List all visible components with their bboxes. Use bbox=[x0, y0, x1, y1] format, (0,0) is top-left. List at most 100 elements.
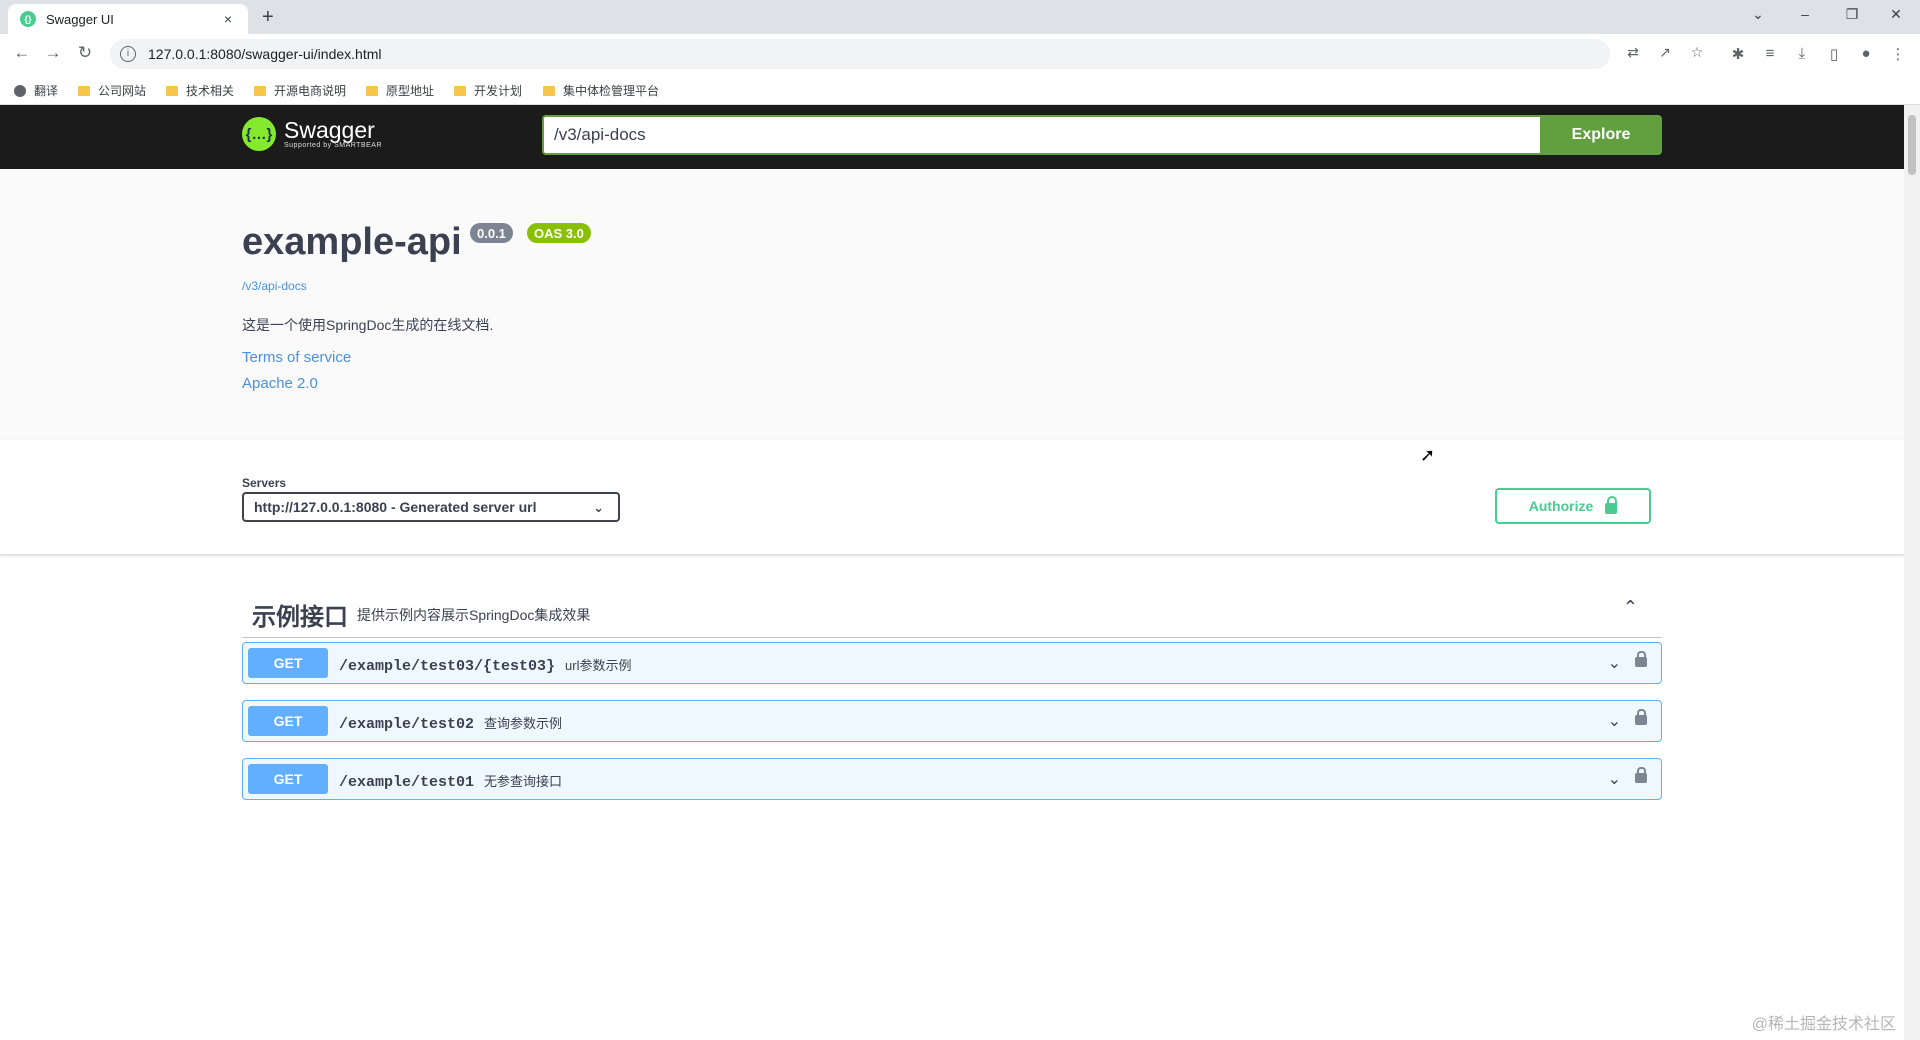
folder-icon bbox=[166, 85, 178, 96]
operation-path: /example/test02 查询参数示例 bbox=[339, 713, 562, 733]
bookmark-plan[interactable]: 开发计划 bbox=[454, 82, 522, 99]
bookmark-company[interactable]: 公司网站 bbox=[78, 82, 146, 99]
api-title: example-api bbox=[242, 221, 462, 263]
chevron-down-icon: ⌄ bbox=[593, 500, 604, 515]
chevron-down-icon[interactable]: ⌄ bbox=[1608, 653, 1621, 673]
bookmark-label: 技术相关 bbox=[186, 84, 235, 98]
servers-label: Servers bbox=[242, 476, 287, 490]
tag-description: 提供示例内容展示SpringDoc集成效果 bbox=[357, 607, 591, 623]
explore-button[interactable]: Explore bbox=[1540, 115, 1662, 155]
side-panel-icon[interactable]: ▯ bbox=[1824, 45, 1844, 63]
authorize-label: Authorize bbox=[1528, 498, 1594, 514]
folder-icon bbox=[366, 85, 378, 96]
reload-button[interactable]: ↻ bbox=[75, 43, 95, 63]
license-link[interactable]: Apache 2.0 bbox=[242, 375, 318, 392]
bookmark-opensource[interactable]: 开源电商说明 bbox=[254, 82, 346, 99]
bookmark-label: 翻译 bbox=[34, 84, 59, 98]
forward-button[interactable]: → bbox=[43, 43, 63, 63]
bookmark-health[interactable]: 集中体检管理平台 bbox=[543, 82, 659, 99]
bookmark-translate[interactable]: 翻译 bbox=[14, 82, 58, 99]
method-badge: GET bbox=[248, 706, 328, 736]
page-scrollbar[interactable] bbox=[1904, 105, 1920, 1040]
api-info: example-api 0.0.1 OAS 3.0 /v3/api-docs 这… bbox=[0, 169, 1904, 440]
servers-selected-value: http://127.0.0.1:8080 - Generated server… bbox=[254, 499, 537, 515]
globe-icon bbox=[14, 84, 26, 97]
servers-select[interactable]: http://127.0.0.1:8080 - Generated server… bbox=[242, 492, 620, 522]
translate-icon[interactable]: ⇄ bbox=[1624, 44, 1642, 61]
swagger-logo-sub: Supported by SMARTBEAR bbox=[284, 142, 383, 149]
folder-icon bbox=[254, 85, 266, 96]
chevron-down-icon[interactable]: ⌄ bbox=[1608, 711, 1621, 731]
swagger-logo[interactable]: {…} Swagger Supported by SMARTBEAR bbox=[242, 117, 382, 151]
spec-link[interactable]: /v3/api-docs bbox=[242, 279, 307, 293]
bookmark-label: 原型地址 bbox=[386, 84, 435, 98]
operation-summary: 查询参数示例 bbox=[484, 716, 563, 731]
back-button[interactable]: ← bbox=[12, 43, 32, 63]
tag-section-header[interactable]: 示例接口 提供示例内容展示SpringDoc集成效果 ⌃ bbox=[242, 585, 1662, 638]
address-bar[interactable]: i 127.0.0.1:8080/swagger-ui/index.html bbox=[110, 39, 1610, 69]
method-badge: GET bbox=[248, 764, 328, 794]
bookmark-tech[interactable]: 技术相关 bbox=[166, 82, 234, 99]
menu-icon[interactable]: ⋮ bbox=[1888, 45, 1908, 63]
swagger-logo-name: Swagger bbox=[284, 117, 375, 143]
lock-icon[interactable] bbox=[1635, 651, 1647, 667]
extensions-icon[interactable]: ✱ bbox=[1728, 45, 1748, 63]
window-close-button[interactable]: ✕ bbox=[1886, 6, 1906, 23]
address-url[interactable]: 127.0.0.1:8080/swagger-ui/index.html bbox=[148, 46, 381, 62]
path-text: /example/test02 bbox=[339, 716, 475, 733]
operation-row[interactable]: GET /example/test02 查询参数示例 ⌄ bbox=[242, 700, 1662, 742]
terms-link[interactable]: Terms of service bbox=[242, 349, 351, 366]
lock-icon bbox=[1605, 495, 1618, 514]
browser-toolbar: ← → ↻ i 127.0.0.1:8080/swagger-ui/index.… bbox=[0, 34, 1920, 74]
operation-path: /example/test01 无参查询接口 bbox=[339, 771, 562, 791]
bookmark-label: 公司网站 bbox=[98, 84, 147, 98]
bookmark-label: 开发计划 bbox=[474, 84, 523, 98]
share-icon[interactable]: ↗ bbox=[1656, 44, 1674, 61]
folder-icon bbox=[454, 85, 466, 96]
tab-title: Swagger UI bbox=[46, 11, 114, 27]
operation-row[interactable]: GET /example/test01 无参查询接口 ⌄ bbox=[242, 758, 1662, 800]
oas-badge: OAS 3.0 bbox=[527, 223, 591, 243]
path-text: /example/test03/{test03} bbox=[339, 658, 556, 675]
browser-tab-bar: {} Swagger UI × + ⌄ – ❐ ✕ bbox=[0, 0, 1920, 34]
chevron-up-icon[interactable]: ⌃ bbox=[1623, 597, 1638, 618]
lock-icon[interactable] bbox=[1635, 709, 1647, 725]
bookmark-prototype[interactable]: 原型地址 bbox=[366, 82, 434, 99]
scheme-container: Servers http://127.0.0.1:8080 - Generate… bbox=[0, 440, 1904, 555]
operation-row[interactable]: GET /example/test03/{test03} url参数示例 ⌄ bbox=[242, 642, 1662, 684]
swagger-topbar: {…} Swagger Supported by SMARTBEAR Explo… bbox=[0, 105, 1904, 169]
folder-icon bbox=[543, 85, 555, 96]
watermark: @稀土掘金技术社区 bbox=[1751, 1016, 1896, 1033]
tab-list-icon[interactable]: ⌄ bbox=[1748, 6, 1768, 23]
site-info-icon[interactable]: i bbox=[120, 46, 136, 62]
version-badge: 0.0.1 bbox=[470, 223, 513, 243]
browser-tab[interactable]: {} Swagger UI × bbox=[8, 4, 248, 34]
tab-close-icon[interactable]: × bbox=[218, 11, 238, 27]
new-tab-button[interactable]: + bbox=[262, 6, 274, 29]
swagger-logo-icon: {…} bbox=[242, 117, 276, 151]
tag-name: 示例接口 bbox=[252, 604, 348, 631]
authorize-button[interactable]: Authorize bbox=[1495, 488, 1651, 524]
operation-summary: 无参查询接口 bbox=[484, 774, 563, 789]
lock-icon[interactable] bbox=[1635, 767, 1647, 783]
downloads-icon[interactable]: ⤓ bbox=[1792, 45, 1812, 62]
restore-button[interactable]: ❐ bbox=[1842, 6, 1862, 23]
method-badge: GET bbox=[248, 648, 328, 678]
bookmark-label: 集中体检管理平台 bbox=[563, 84, 660, 98]
operation-summary: url参数示例 bbox=[565, 658, 632, 673]
bookmark-label: 开源电商说明 bbox=[274, 84, 347, 98]
folder-icon bbox=[78, 85, 90, 96]
bookmarks-bar: 翻译 公司网站 技术相关 开源电商说明 原型地址 开发计划 集中体检管理平台 bbox=[0, 74, 1920, 105]
path-text: /example/test01 bbox=[339, 774, 475, 791]
swagger-favicon-icon: {} bbox=[20, 11, 36, 27]
bookmark-star-icon[interactable]: ☆ bbox=[1688, 44, 1706, 61]
api-description: 这是一个使用SpringDoc生成的在线文档. bbox=[242, 317, 494, 333]
minimize-button[interactable]: – bbox=[1795, 6, 1815, 22]
mouse-cursor-icon: ➚ bbox=[1420, 445, 1436, 465]
spec-url-input[interactable] bbox=[542, 115, 1540, 155]
operation-path: /example/test03/{test03} url参数示例 bbox=[339, 655, 632, 675]
chevron-down-icon[interactable]: ⌄ bbox=[1608, 769, 1621, 789]
profile-icon[interactable]: ● bbox=[1856, 45, 1876, 62]
scrollbar-thumb[interactable] bbox=[1908, 115, 1916, 175]
reading-list-icon[interactable]: ≡ bbox=[1760, 45, 1780, 62]
